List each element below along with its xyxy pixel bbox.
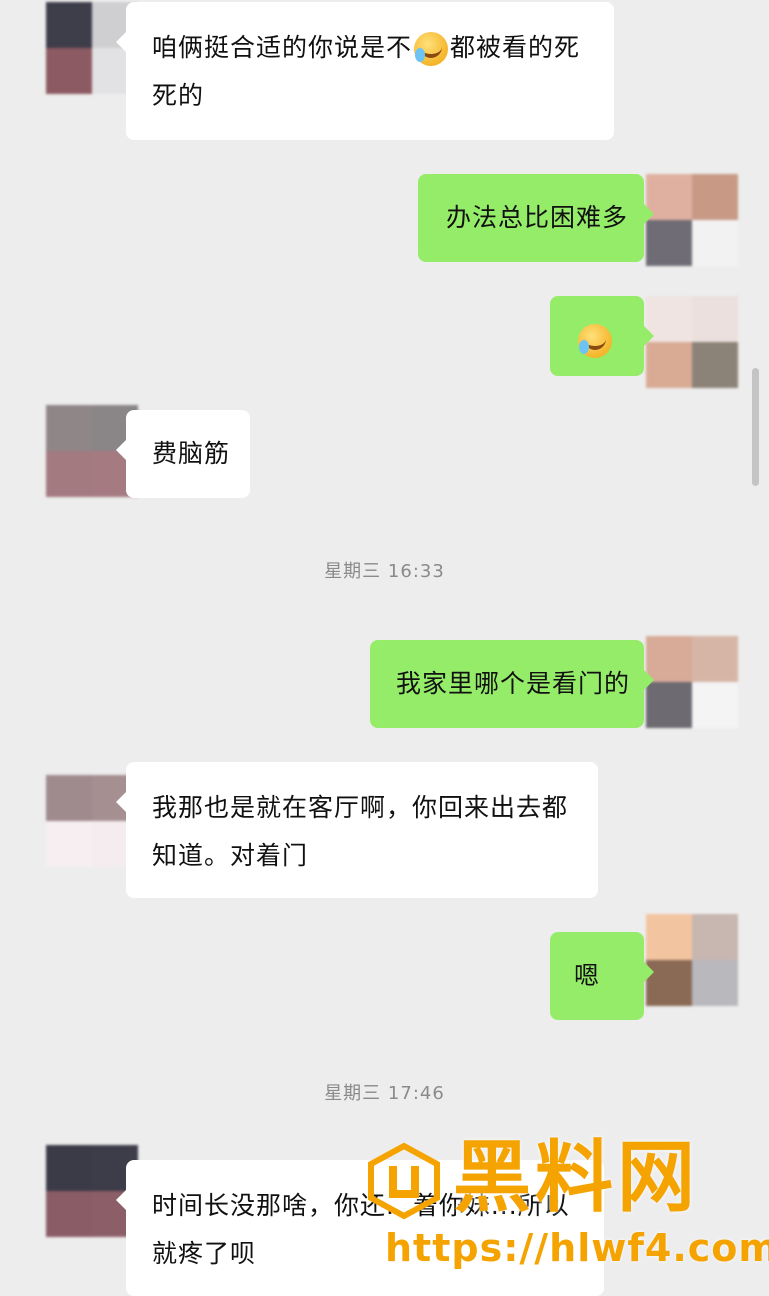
watermark: 黑料网 https://hlwf4.com [365, 1128, 769, 1278]
scrollbar[interactable] [752, 368, 759, 486]
watermark-logo-icon [368, 1142, 440, 1220]
crying-laughing-emoji-icon [578, 324, 612, 358]
watermark-title: 黑料网 [453, 1133, 700, 1223]
avatar[interactable] [646, 296, 738, 388]
avatar[interactable] [646, 636, 738, 728]
avatar[interactable] [646, 914, 738, 1006]
message-bubble-outgoing[interactable]: 嗯 [550, 932, 654, 1020]
message-bubble-outgoing[interactable]: 我家里哪个是看门的 [370, 640, 654, 728]
message-text: 费脑筋 [152, 439, 231, 468]
message-text: 我家里哪个是看门的 [396, 669, 631, 698]
watermark-url: https://hlwf4.com [385, 1226, 769, 1270]
timestamp: 星期三 17:46 [324, 1083, 445, 1104]
avatar[interactable] [46, 775, 138, 867]
message-bubble-outgoing[interactable]: 办法总比困难多 [418, 174, 654, 262]
message-bubble-incoming[interactable]: 咱俩挺合适的你说是不 都被看的死死的 [116, 2, 614, 140]
message-text: 咱俩挺合适的你说是不 [152, 33, 413, 62]
message-text: 我那也是就在客厅啊，你回来出去都知道。对着门 [152, 793, 569, 870]
message-bubble-outgoing[interactable] [550, 296, 654, 376]
message-text: 嗯 [574, 961, 601, 990]
message-bubble-incoming[interactable]: 费脑筋 [116, 410, 250, 498]
crying-laughing-emoji-icon [414, 32, 449, 66]
message-bubble-incoming[interactable]: 我那也是就在客厅啊，你回来出去都知道。对着门 [116, 762, 598, 898]
chat-window: 咱俩挺合适的你说是不 都被看的死死的 办法总比困难多 费脑筋 星期三 16:33 … [0, 0, 769, 1296]
avatar[interactable] [646, 174, 738, 266]
timestamp: 星期三 16:33 [324, 561, 445, 582]
message-text: 办法总比困难多 [446, 203, 629, 232]
